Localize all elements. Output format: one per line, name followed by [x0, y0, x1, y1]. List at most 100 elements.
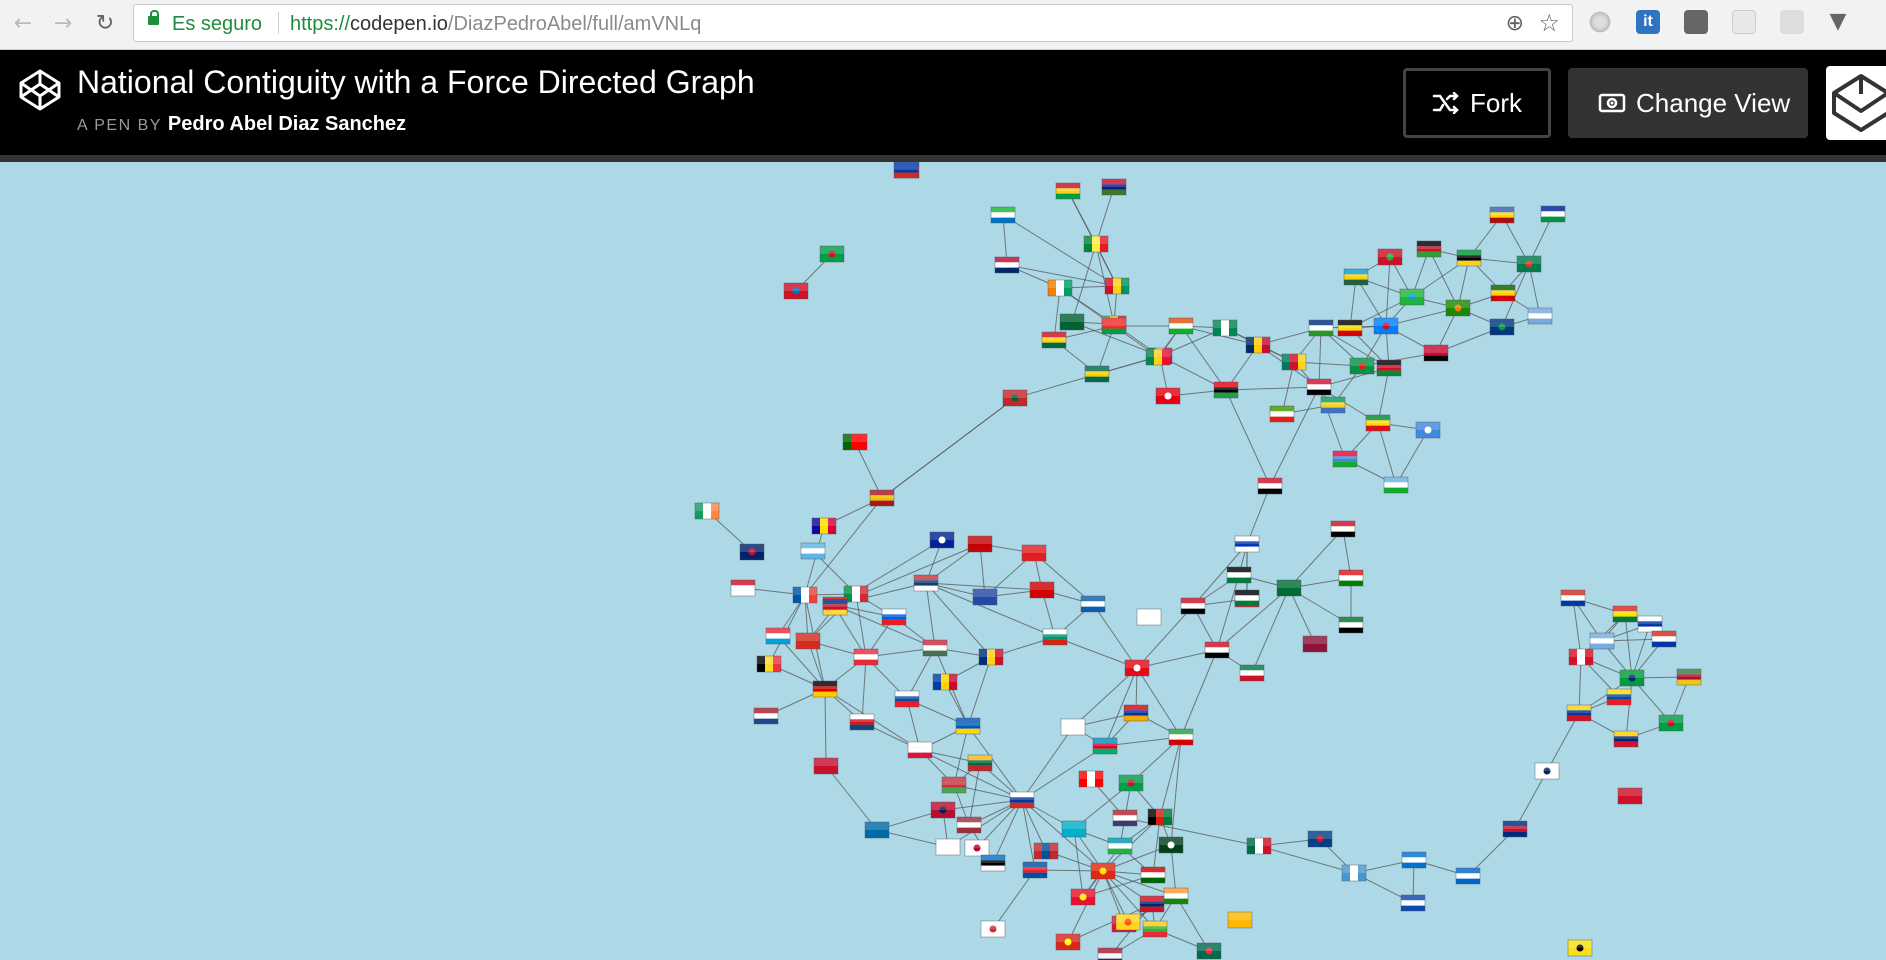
flag-node-br[interactable] [1619, 669, 1645, 687]
flag-node-cz[interactable] [849, 713, 875, 731]
flag-node-ir[interactable] [1168, 728, 1194, 746]
flag-node-ie[interactable] [694, 502, 720, 520]
avatar[interactable] [1826, 66, 1886, 140]
ext-gray-icon[interactable] [1588, 10, 1612, 34]
flag-node-de[interactable] [812, 680, 838, 698]
flag-node-am[interactable] [1123, 704, 1149, 722]
flag-node-bi[interactable] [1377, 248, 1403, 266]
flag-node-bo[interactable] [1612, 605, 1638, 623]
flag-node-ro[interactable] [978, 648, 1004, 666]
flag-node-us[interactable] [1112, 809, 1138, 827]
force-graph[interactable] [0, 162, 1886, 960]
flag-node-si[interactable] [881, 608, 907, 626]
flag-node-uz[interactable] [1107, 837, 1133, 855]
flag-node-co[interactable] [1566, 704, 1592, 722]
flag-node-cn[interactable] [1090, 862, 1116, 880]
flag-node-ch[interactable] [795, 632, 821, 650]
flag-node-ae[interactable] [1338, 616, 1364, 634]
flag-node-lr[interactable] [994, 256, 1020, 274]
flag-node-al[interactable] [1021, 544, 1047, 562]
flag-node-gw[interactable] [1055, 182, 1081, 200]
flag-node-la[interactable] [1139, 895, 1165, 913]
flag-node-ni[interactable] [1455, 867, 1481, 885]
flag-node-af[interactable] [1147, 808, 1173, 826]
flag-node-md[interactable] [932, 673, 958, 691]
flag-node-sr[interactable] [1676, 668, 1702, 686]
flag-node-il[interactable] [1234, 535, 1260, 553]
flag-node-pk[interactable] [1158, 836, 1184, 854]
flag-node-ge[interactable] [1060, 718, 1086, 736]
back-icon[interactable]: ← [8, 9, 38, 39]
flag-node-th[interactable] [1097, 947, 1123, 960]
flag-node-ua[interactable] [955, 717, 981, 735]
flag-node-dk[interactable] [813, 757, 839, 775]
flag-node-kr[interactable] [980, 920, 1006, 938]
flag-node-lu[interactable] [765, 627, 791, 645]
flag-node-bt[interactable] [1115, 913, 1141, 931]
change-view-button[interactable]: Change View [1568, 68, 1808, 138]
flag-node-jo[interactable] [1226, 566, 1252, 584]
flag-node-lt[interactable] [967, 754, 993, 772]
flag-node-ru[interactable] [1009, 791, 1035, 809]
flag-node-ls[interactable] [1540, 205, 1566, 223]
flag-node-dj[interactable] [1383, 476, 1409, 494]
flag-node-ug[interactable] [1337, 319, 1363, 337]
flag-node-bn[interactable] [1567, 939, 1593, 957]
flag-node-gb[interactable] [739, 543, 765, 561]
ext-pdf-icon[interactable] [1780, 10, 1804, 34]
flag-node-xk[interactable] [972, 588, 998, 606]
flag-node-es[interactable] [869, 489, 895, 507]
flag-node-az[interactable] [1092, 737, 1118, 755]
flag-node-kw[interactable] [1239, 664, 1265, 682]
flag-node-fr[interactable] [792, 586, 818, 604]
flag-node-at[interactable] [853, 648, 879, 666]
flag-node-mm[interactable] [1142, 920, 1168, 938]
flag-node-top[interactable] [893, 162, 919, 179]
flag-node-sy[interactable] [1180, 597, 1206, 615]
flag-node-cl[interactable] [1560, 589, 1586, 607]
flag-node-se[interactable] [864, 821, 890, 839]
flag-node-eg[interactable] [1257, 477, 1283, 495]
flag-node-lv[interactable] [956, 816, 982, 834]
flag-node-bw[interactable] [1527, 307, 1553, 325]
forward-icon[interactable]: → [48, 9, 78, 39]
flag-node-be[interactable] [756, 655, 782, 673]
flag-node-vn[interactable] [1055, 933, 1081, 951]
flag-node-mx[interactable] [1246, 837, 1272, 855]
flag-node-ad[interactable] [811, 517, 837, 535]
flag-node-cf[interactable] [1308, 319, 1334, 337]
ext-doc-icon[interactable] [1732, 10, 1756, 34]
flag-node-zw[interactable] [1490, 284, 1516, 302]
zoom-icon[interactable]: ⊕ [1506, 11, 1524, 36]
flag-node-ba[interactable] [929, 531, 955, 549]
flag-node-qa[interactable] [1302, 635, 1328, 653]
flag-node-tm[interactable] [1118, 774, 1144, 792]
flag-node-ly[interactable] [1213, 381, 1239, 399]
flag-node-cm[interactable] [1281, 353, 1307, 371]
flag-node-mn[interactable] [1033, 842, 1059, 860]
graph-canvas[interactable] [0, 162, 1886, 960]
flag-node-gr[interactable] [1080, 595, 1106, 613]
flag-node-gm[interactable] [1101, 178, 1127, 196]
flag-node-et[interactable] [1365, 414, 1391, 432]
flag-node-sz[interactable] [1489, 206, 1515, 224]
flag-node-ye[interactable] [1330, 520, 1356, 538]
flag-node-tz[interactable] [1399, 288, 1425, 306]
flag-node-rs[interactable] [913, 574, 939, 592]
flag-node-pl[interactable] [907, 741, 933, 759]
flag-node-ec[interactable] [1606, 688, 1632, 706]
url-text[interactable]: https://codepen.io/DiazPedroAbel/full/am… [290, 13, 701, 36]
flag-node-ps[interactable] [1234, 589, 1260, 607]
flag-node-na[interactable] [1489, 318, 1515, 336]
flag-node-ci[interactable] [1047, 279, 1073, 297]
flag-node-cg[interactable] [1349, 357, 1375, 375]
reload-icon[interactable]: ↻ [90, 9, 120, 39]
flag-node-fi[interactable] [935, 838, 961, 856]
flag-node-gy[interactable] [1658, 714, 1684, 732]
ext-v-icon[interactable]: ▼ [1826, 10, 1850, 34]
flag-node-hn[interactable] [1401, 851, 1427, 869]
bookmark-star-icon[interactable]: ☆ [1538, 9, 1560, 37]
flag-node-lk[interactable] [1227, 911, 1253, 929]
flag-node-zm[interactable] [1445, 299, 1471, 317]
flag-node-mc[interactable] [730, 579, 756, 597]
